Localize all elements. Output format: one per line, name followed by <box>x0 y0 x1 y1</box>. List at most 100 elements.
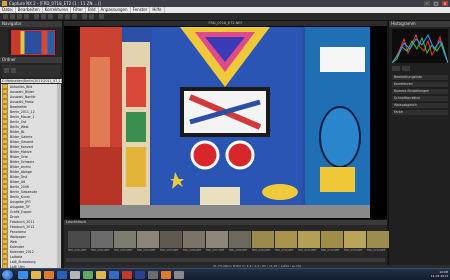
folders-header[interactable]: Ordner <box>0 57 62 63</box>
taskbar-explorer2-icon[interactable] <box>96 271 106 279</box>
folder-scrollbar[interactable] <box>57 84 61 280</box>
taskbar-ie-icon[interactable] <box>18 271 28 279</box>
left-panel: Navigator Ordner E:\Webseiten\Berlin\201… <box>0 21 63 280</box>
folder-tree[interactable]: Aktuelles_Bild Auswahl_Bilder Auswahl_Nach… <box>1 84 61 280</box>
histogram-header[interactable]: Histogramm <box>389 21 450 27</box>
path-field[interactable]: E:\Webseiten\Berlin\2011\2011_07_18\ <box>1 79 62 83</box>
window-title: Capture NX 2 - [FRD_0718_ET2 (1 : 11 ZN … <box>9 1 101 6</box>
filmstrip-thumbnail[interactable] <box>183 231 205 248</box>
filmstrip-thumbnail[interactable] <box>367 231 389 248</box>
panel-row-white-balance[interactable]: Weissabgleich <box>392 103 448 108</box>
folder-label: Grafik_Export <box>10 209 32 214</box>
taskbar-media-icon[interactable] <box>44 271 54 279</box>
panel-row-corrections[interactable]: Korrekturen <box>392 82 448 87</box>
thumbnail-caption: FRD_0713.NEF <box>344 249 363 252</box>
taskbar-tool-icon[interactable] <box>148 271 158 279</box>
zoom-tool-icon[interactable] <box>41 14 46 19</box>
right-panel: Histogramm Bearbeitungsliste Korrekturen… <box>388 21 450 265</box>
taskbar-photo-icon[interactable] <box>83 271 93 279</box>
close-button[interactable]: × <box>442 1 448 6</box>
folder-label: Web <box>10 239 17 244</box>
image-title: FRD_0718_ET2.NEF <box>64 21 387 26</box>
taskbar-acrobat-icon[interactable] <box>122 271 132 279</box>
filmstrip-thumbnail[interactable] <box>252 231 274 248</box>
brush-icon[interactable] <box>65 14 70 19</box>
taskbar-settings-icon[interactable] <box>174 271 184 279</box>
filmstrip-thumbnail[interactable] <box>298 231 320 248</box>
panel-row-camera-settings[interactable]: Kamera-Einstellungen <box>392 89 448 94</box>
folder-label: Panorama <box>10 229 27 234</box>
filmstrip-thumbnail[interactable] <box>206 231 228 248</box>
maximize-button[interactable]: □ <box>433 1 439 6</box>
histogram-channel-button[interactable] <box>392 66 400 71</box>
folder-label: Bilder_Orte <box>10 154 28 159</box>
navigator-thumbnail[interactable] <box>8 29 56 55</box>
taskbar-firefox-icon[interactable] <box>161 271 171 279</box>
filmstrip-thumbnail[interactable] <box>275 231 297 248</box>
redo-icon[interactable] <box>24 14 29 19</box>
filmstrip-thumbnail[interactable] <box>91 231 113 248</box>
thumbnail-caption: FRD_0710.NEF <box>275 249 294 252</box>
filmstrip-thumbnail[interactable] <box>321 231 343 248</box>
taskbar-explorer-icon[interactable] <box>31 271 41 279</box>
taskbar-capture-icon[interactable] <box>70 271 80 279</box>
folder-up-icon[interactable] <box>4 68 9 73</box>
filmstrip-thumbnail[interactable] <box>137 231 159 248</box>
thumbnail-caption: FRD_0708.NEF <box>229 249 248 252</box>
save-icon[interactable] <box>10 14 15 19</box>
main-photo[interactable] <box>80 27 370 218</box>
folder-label: Auswahl_Nachtr <box>10 94 36 99</box>
panel-row-color[interactable]: Farbe <box>392 110 448 115</box>
folder-label: Bilder_Ablage <box>10 169 32 174</box>
folder-toolbar <box>2 65 60 77</box>
panel-row-edit-list[interactable]: Bearbeitungsliste <box>392 75 448 80</box>
straighten-icon[interactable] <box>99 14 104 19</box>
taskbar-ps-icon[interactable] <box>135 271 145 279</box>
folder-label: Kalender <box>10 244 25 249</box>
folder-label: Berlin_Kunst <box>10 194 30 199</box>
clock-date: 11.07.2013 <box>430 274 448 278</box>
navigator-header[interactable]: Navigator <box>0 21 62 27</box>
open-icon[interactable] <box>3 14 8 19</box>
panel-row-quick-fix[interactable]: Schnellkorrektur <box>392 96 448 101</box>
folder-label: Ausgabe_TIF <box>10 204 31 209</box>
histogram-mode-button[interactable] <box>402 66 410 71</box>
folder-label: Bilder_Archiv <box>10 164 31 169</box>
filmstrip-scrollbar[interactable] <box>66 258 385 262</box>
filmstrip-thumbnail[interactable] <box>114 231 136 248</box>
thumbnail-caption: FRD_0701.NEF <box>68 249 87 252</box>
thumbnail-caption: FRD_0706.NEF <box>183 249 202 252</box>
folder-label: Auswahl_Bilder <box>10 89 35 94</box>
filmstrip-header[interactable]: Leuchttisch <box>64 220 387 225</box>
taskbar-word-icon[interactable] <box>57 271 67 279</box>
filmstrip-thumbnail[interactable] <box>344 231 366 248</box>
folder-label: Fotobuch_2011 <box>10 219 35 224</box>
red-eye-icon[interactable] <box>89 14 94 19</box>
folder-label: Bilder_Schwarz <box>10 159 35 164</box>
filmstrip-panel: Leuchttisch FRD_0701.NEF FRD_0702.NEF FRD_… <box>64 219 389 265</box>
control-point-icon[interactable] <box>82 14 87 19</box>
refresh-icon[interactable] <box>11 68 16 73</box>
start-button[interactable] <box>2 270 13 280</box>
crop-icon[interactable] <box>58 14 63 19</box>
filmstrip-thumbnail[interactable] <box>229 231 251 248</box>
lasso-icon[interactable] <box>72 14 77 19</box>
undo-icon[interactable] <box>17 14 22 19</box>
thumbnail-caption: FRD_0703.NEF <box>114 249 133 252</box>
folder-label: Berlin_2008 <box>10 184 29 189</box>
minimize-button[interactable]: – <box>424 1 430 6</box>
folder-label: Bilder_Konvert <box>10 144 34 149</box>
folder-label: Ausgabe_JPG <box>10 199 31 204</box>
folder-label: Berlin_Ost <box>10 119 27 124</box>
folder-label: Lalit_Strassburg <box>10 259 36 264</box>
folder-label: Lalibela <box>10 254 23 259</box>
filmstrip-thumbnail[interactable] <box>160 231 182 248</box>
filmstrip-thumbnail[interactable] <box>68 231 90 248</box>
taskbar-paint-icon[interactable] <box>109 271 119 279</box>
thumbnail-caption: FRD_0714.NEF <box>367 249 386 252</box>
hand-tool-icon[interactable] <box>34 14 39 19</box>
thumbnail-caption: FRD_0711.NEF <box>298 249 317 252</box>
thumbnail-caption: FRD_0705.NEF <box>160 249 179 252</box>
rotate-icon[interactable] <box>48 14 53 19</box>
folder-label: Berlin_Mauer_1 <box>10 114 35 119</box>
